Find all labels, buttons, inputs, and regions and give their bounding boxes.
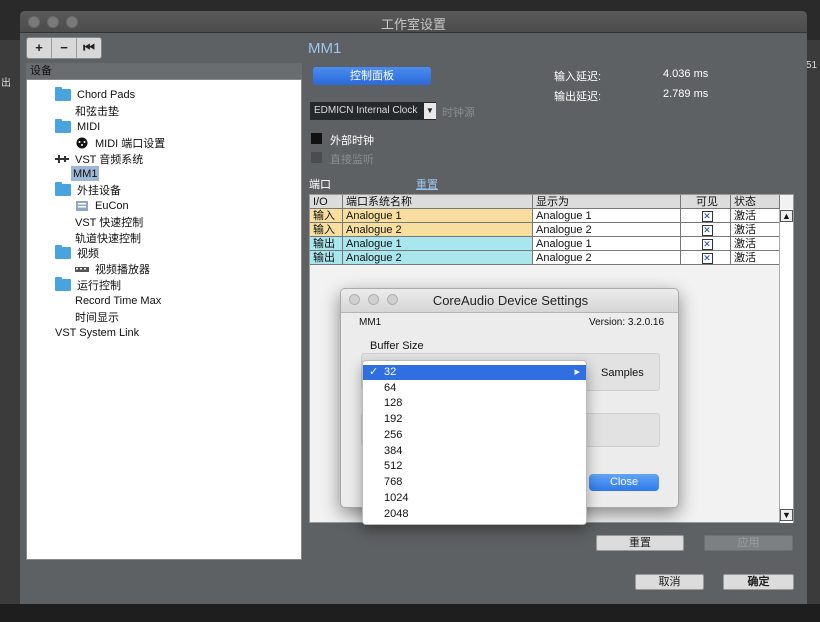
tree-item-vst-quick-controls[interactable]: VST 快速控制: [75, 214, 143, 229]
ports-scrollbar[interactable]: ▲ ▼: [779, 209, 793, 523]
clock-source-label: 时钟源: [442, 107, 475, 119]
folder-icon: [55, 276, 71, 291]
daw-timeline: [0, 604, 820, 622]
buffer-option[interactable]: 1024: [363, 491, 586, 506]
input-latency-value: 4.036 ms: [663, 68, 709, 80]
input-latency-label: 输入延迟:: [554, 71, 602, 83]
eucon-icon: [76, 200, 88, 211]
visible-checkbox[interactable]: ✕: [701, 211, 713, 222]
output-latency-label: 输出延迟:: [554, 91, 602, 103]
buffer-option[interactable]: 64: [363, 381, 586, 396]
direct-monitoring-checkbox[interactable]: [311, 152, 322, 163]
tree-item-track-quick-controls[interactable]: 轨道快速控制: [75, 230, 141, 245]
dialog-zoom-button[interactable]: [387, 294, 398, 305]
device-toolbar: + − ⏮: [26, 37, 102, 59]
tree-item-vst-audio-system[interactable]: VST 音频系统: [55, 151, 143, 166]
dialog-device-name: MM1: [359, 317, 382, 328]
folder-icon: [55, 244, 71, 259]
tree-item-video-player[interactable]: 视频播放器: [75, 261, 150, 276]
reset-button[interactable]: 重置: [596, 535, 684, 551]
visible-checkbox[interactable]: ✕: [701, 239, 713, 250]
column-header[interactable]: 可见: [681, 195, 731, 209]
dialog-version: Version: 3.2.0.16: [589, 317, 665, 328]
buffer-option[interactable]: 384: [363, 444, 586, 459]
apply-button[interactable]: 应用: [704, 535, 793, 551]
window-title: 工作室设置: [380, 17, 446, 32]
device-tree-header: 设备: [26, 63, 302, 79]
scroll-down-icon[interactable]: ▼: [780, 509, 793, 521]
column-header[interactable]: 端口系统名称: [343, 195, 533, 209]
table-row[interactable]: 输入 Analogue 1 Analogue 1 ✕ 激活: [310, 209, 780, 223]
column-header[interactable]: 状态: [731, 195, 780, 209]
table-row[interactable]: 输入 Analogue 2 Analogue 2 ✕ 激活: [310, 223, 780, 237]
tree-item-transport[interactable]: 运行控制: [55, 276, 121, 292]
midi-port-icon: [76, 137, 88, 148]
external-clock-label: 外部时钟: [330, 135, 374, 147]
direct-monitoring-label: 直接监听: [330, 154, 374, 166]
cancel-button[interactable]: 取消: [635, 574, 704, 590]
reset-device-button[interactable]: ⏮: [77, 38, 101, 58]
scroll-up-icon[interactable]: ▲: [780, 210, 793, 222]
buffer-option[interactable]: 2048: [363, 507, 586, 522]
audio-system-icon: [55, 154, 69, 163]
daw-background-right: 51: [806, 40, 820, 622]
visible-checkbox[interactable]: ✕: [701, 253, 713, 264]
tree-item-video[interactable]: 视频: [55, 244, 99, 260]
window-titlebar: 工作室设置: [20, 11, 807, 33]
buffer-option[interactable]: 512: [363, 459, 586, 474]
tree-item-midi-port-setup[interactable]: MIDI 端口设置: [75, 135, 165, 150]
dialog-close-button[interactable]: [349, 294, 360, 305]
tree-item-external-devices[interactable]: 外挂设备: [55, 181, 121, 197]
column-header[interactable]: I/O: [310, 195, 343, 209]
add-device-button[interactable]: +: [27, 38, 52, 58]
ports-label: 端口: [309, 179, 331, 191]
folder-icon: [55, 118, 71, 133]
buffer-size-dropdown-menu: ✓ 32 ▸ 64 128 192 256 384 512 768 1024 2…: [362, 360, 587, 525]
table-row[interactable]: 输出 Analogue 1 Analogue 1 ✕ 激活: [310, 237, 780, 251]
device-title: MM1: [308, 40, 342, 57]
buffer-option[interactable]: ✓ 32 ▸: [363, 365, 586, 380]
video-player-icon: [75, 266, 89, 272]
tree-item-midi[interactable]: MIDI: [55, 118, 100, 134]
samples-label: Samples: [601, 367, 644, 379]
tree-item-time-display[interactable]: 时间显示: [75, 309, 119, 324]
external-clock-checkbox[interactable]: [311, 133, 322, 144]
checkmark-icon: ✓: [369, 366, 379, 378]
buffer-option[interactable]: 256: [363, 428, 586, 443]
daw-background-left: 出: [0, 40, 22, 622]
tree-item-vst-system-link[interactable]: VST System Link: [55, 325, 139, 340]
tree-item-record-time-max[interactable]: Record Time Max: [75, 293, 161, 308]
buffer-option[interactable]: 128: [363, 396, 586, 411]
chevron-down-icon[interactable]: ▼: [424, 103, 436, 119]
daw-label: 出: [1, 78, 11, 89]
folder-icon: [55, 181, 71, 196]
tree-item-mm1[interactable]: MM1: [71, 166, 100, 181]
dialog-minimize-button[interactable]: [368, 294, 379, 305]
tree-item-chord-pads[interactable]: Chord Pads: [55, 86, 135, 102]
table-header: I/O 端口系统名称 显示为 可见 状态: [310, 195, 780, 209]
output-latency-value: 2.789 ms: [663, 88, 709, 100]
daw-label: 51: [806, 60, 818, 71]
buffer-option[interactable]: 768: [363, 475, 586, 490]
tree-item-eucon[interactable]: EuCon: [75, 198, 129, 213]
device-tree: Chord Pads 和弦击垫 MIDI MIDI 端口设置 VST 音频系统 …: [26, 79, 302, 560]
control-panel-button[interactable]: 控制面板: [313, 67, 431, 85]
folder-icon: [55, 86, 71, 101]
ok-button[interactable]: 确定: [723, 574, 794, 590]
remove-device-button[interactable]: −: [52, 38, 77, 58]
buffer-size-label: Buffer Size: [370, 340, 424, 352]
ports-reset-link[interactable]: 重置: [416, 176, 438, 192]
buffer-option[interactable]: 192: [363, 412, 586, 427]
clock-source-select[interactable]: EDMICN Internal Clock: [310, 102, 436, 120]
column-header[interactable]: 显示为: [533, 195, 681, 209]
visible-checkbox[interactable]: ✕: [701, 225, 713, 236]
chevron-icon: ▸: [574, 366, 580, 378]
table-row[interactable]: 输出 Analogue 2 Analogue 2 ✕ 激活: [310, 251, 780, 265]
dialog-close-action-button[interactable]: Close: [589, 474, 659, 491]
tree-item-chord-pads-sub[interactable]: 和弦击垫: [75, 103, 119, 118]
